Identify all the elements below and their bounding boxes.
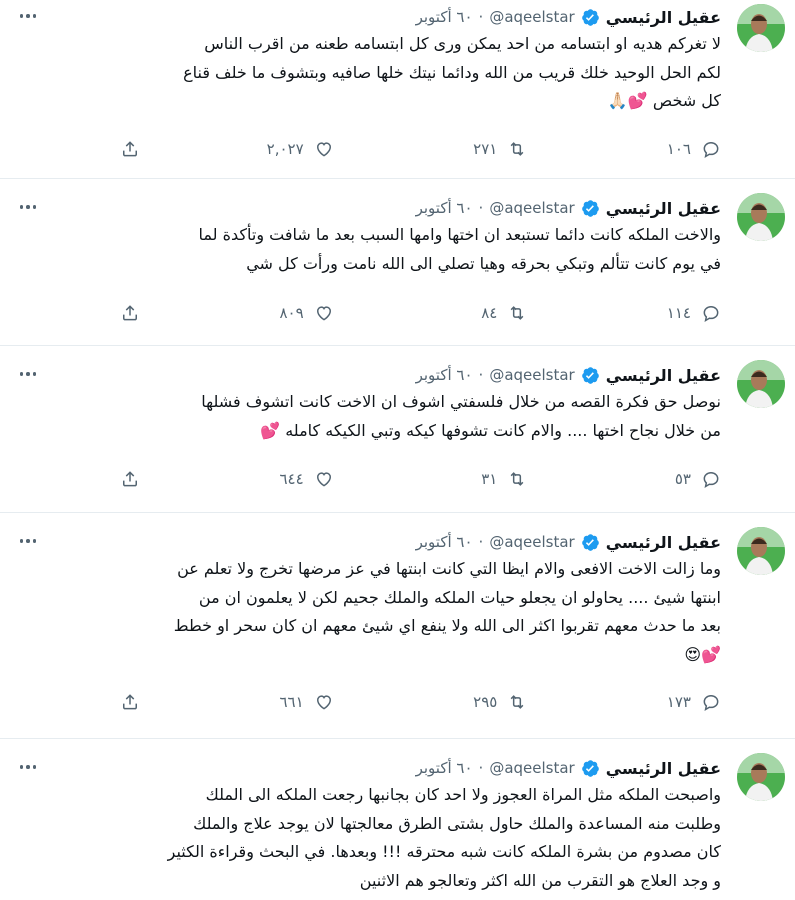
avatar[interactable]	[737, 4, 785, 52]
author-name[interactable]: عقيل الرئيسي	[606, 366, 721, 385]
tweet-timestamp[interactable]: ٦٠ أكتوبر	[416, 759, 473, 777]
author-name[interactable]: عقيل الرئيسي	[606, 533, 721, 552]
tweet-text: نوصل حق فكرة القصه من خلال فلسفتي اشوف ا…	[201, 392, 721, 440]
like-button[interactable]: ٢,٠٢٧	[194, 139, 334, 159]
avatar[interactable]	[737, 193, 785, 241]
tweet[interactable]: عقيل الرئيسي @aqeelstar · ٦٠ أكتوبر وما …	[0, 513, 795, 739]
more-options-icon[interactable]	[16, 757, 40, 777]
heart-icon	[316, 472, 331, 487]
tweet-header: عقيل الرئيسي @aqeelstar · ٦٠ أكتوبر	[416, 364, 721, 386]
like-count: ٦٤٤	[279, 470, 304, 488]
retweet-button[interactable]: ٢٩٥	[387, 692, 527, 712]
reply-icon	[703, 141, 719, 159]
retweet-icon	[510, 306, 524, 320]
avatar[interactable]	[737, 527, 785, 575]
separator-dot: ·	[478, 8, 484, 26]
tweet[interactable]: عقيل الرئيسي @aqeelstar · ٦٠ أكتوبر نوصل…	[0, 346, 795, 513]
like-button[interactable]: ٨٠٩	[194, 303, 334, 323]
share-icon	[123, 141, 137, 157]
like-button[interactable]: ٦٤٤	[194, 469, 334, 489]
share-button[interactable]	[120, 303, 140, 323]
tweet-actions: ١١٤ ٨٤ ٨٠٩	[120, 300, 721, 326]
author-handle[interactable]: @aqeelstar	[489, 366, 574, 384]
share-button[interactable]	[120, 692, 140, 712]
retweet-button[interactable]: ٣١	[387, 469, 527, 489]
tweet-text: والاخت الملكه كانت دائما تستبعد ان اختها…	[198, 225, 721, 273]
verified-badge-icon	[581, 8, 600, 27]
more-options-icon[interactable]	[16, 197, 40, 217]
reply-count: ١١٤	[666, 304, 691, 322]
reply-icon	[703, 694, 719, 712]
more-options-icon[interactable]	[16, 364, 40, 384]
like-count: ٦٦١	[279, 693, 304, 711]
reply-count: ٥٣	[674, 470, 691, 488]
more-options-icon[interactable]	[16, 6, 40, 26]
tweet-feed: عقيل الرئيسي @aqeelstar · ٦٠ أكتوبر لا ت…	[0, 0, 795, 900]
retweet-count: ٢٧١	[473, 140, 498, 158]
tweet[interactable]: عقيل الرئيسي @aqeelstar · ٦٠ أكتوبر لا ت…	[0, 0, 795, 179]
share-button[interactable]	[120, 139, 140, 159]
author-name[interactable]: عقيل الرئيسي	[606, 8, 721, 27]
like-count: ٢,٠٢٧	[266, 140, 304, 158]
tweet-text: واصبحت الملكه مثل المراة العجوز ولا احد …	[167, 785, 721, 890]
retweet-icon	[510, 472, 524, 486]
heart-icon	[316, 306, 331, 321]
verified-badge-icon	[581, 366, 600, 385]
tweet-actions: ٥٣ ٣١ ٦٤٤	[120, 466, 721, 492]
tweet-actions: ١٧٣ ٢٩٥ ٦٦١	[120, 689, 721, 715]
more-options-icon[interactable]	[16, 531, 40, 551]
tweet[interactable]: عقيل الرئيسي @aqeelstar · ٦٠ أكتوبر واصب…	[0, 739, 795, 900]
reply-count: ١٠٦	[666, 140, 691, 158]
tweet-header: عقيل الرئيسي @aqeelstar · ٦٠ أكتوبر	[416, 757, 721, 779]
retweet-count: ٣١	[481, 470, 498, 488]
retweet-button[interactable]: ٨٤	[387, 303, 527, 323]
tweet-text: لا تغركم هديه او ابتسامه من احد يمكن ورى…	[183, 34, 721, 110]
tweet-timestamp[interactable]: ٦٠ أكتوبر	[416, 533, 473, 551]
retweet-count: ٨٤	[481, 304, 498, 322]
retweet-icon	[510, 695, 524, 709]
share-icon	[123, 694, 137, 710]
tweet-text: وما زالت الاخت الافعى والام ايظا التي كا…	[173, 559, 721, 664]
tweet-timestamp[interactable]: ٦٠ أكتوبر	[416, 199, 473, 217]
author-name[interactable]: عقيل الرئيسي	[606, 199, 721, 218]
tweet-actions: ١٠٦ ٢٧١ ٢,٠٢٧	[120, 136, 721, 162]
separator-dot: ·	[478, 759, 484, 777]
reply-icon	[703, 471, 719, 489]
retweet-button[interactable]: ٢٧١	[387, 139, 527, 159]
reply-button[interactable]: ٥٣	[581, 469, 721, 489]
author-handle[interactable]: @aqeelstar	[489, 8, 574, 26]
share-icon	[123, 471, 137, 487]
tweet-timestamp[interactable]: ٦٠ أكتوبر	[416, 366, 473, 384]
retweet-count: ٢٩٥	[473, 693, 498, 711]
verified-badge-icon	[581, 199, 600, 218]
reply-button[interactable]: ١٧٣	[581, 692, 721, 712]
author-handle[interactable]: @aqeelstar	[489, 759, 574, 777]
like-count: ٨٠٩	[279, 304, 304, 322]
author-handle[interactable]: @aqeelstar	[489, 199, 574, 217]
separator-dot: ·	[478, 533, 484, 551]
heart-icon	[316, 695, 331, 710]
heart-icon	[316, 142, 331, 157]
separator-dot: ·	[478, 366, 484, 384]
like-button[interactable]: ٦٦١	[194, 692, 334, 712]
author-handle[interactable]: @aqeelstar	[489, 533, 574, 551]
reply-icon	[703, 305, 719, 323]
tweet-header: عقيل الرئيسي @aqeelstar · ٦٠ أكتوبر	[416, 6, 721, 28]
share-button[interactable]	[120, 469, 140, 489]
reply-button[interactable]: ١٠٦	[581, 139, 721, 159]
avatar[interactable]	[737, 753, 785, 801]
tweet-header: عقيل الرئيسي @aqeelstar · ٦٠ أكتوبر	[416, 531, 721, 553]
retweet-icon	[510, 142, 524, 156]
reply-count: ١٧٣	[666, 693, 691, 711]
avatar[interactable]	[737, 360, 785, 408]
separator-dot: ·	[478, 199, 484, 217]
share-icon	[123, 305, 137, 321]
verified-badge-icon	[581, 759, 600, 778]
author-name[interactable]: عقيل الرئيسي	[606, 759, 721, 778]
tweet[interactable]: عقيل الرئيسي @aqeelstar · ٦٠ أكتوبر والا…	[0, 179, 795, 346]
verified-badge-icon	[581, 533, 600, 552]
reply-button[interactable]: ١١٤	[581, 303, 721, 323]
tweet-timestamp[interactable]: ٦٠ أكتوبر	[416, 8, 473, 26]
tweet-header: عقيل الرئيسي @aqeelstar · ٦٠ أكتوبر	[416, 197, 721, 219]
